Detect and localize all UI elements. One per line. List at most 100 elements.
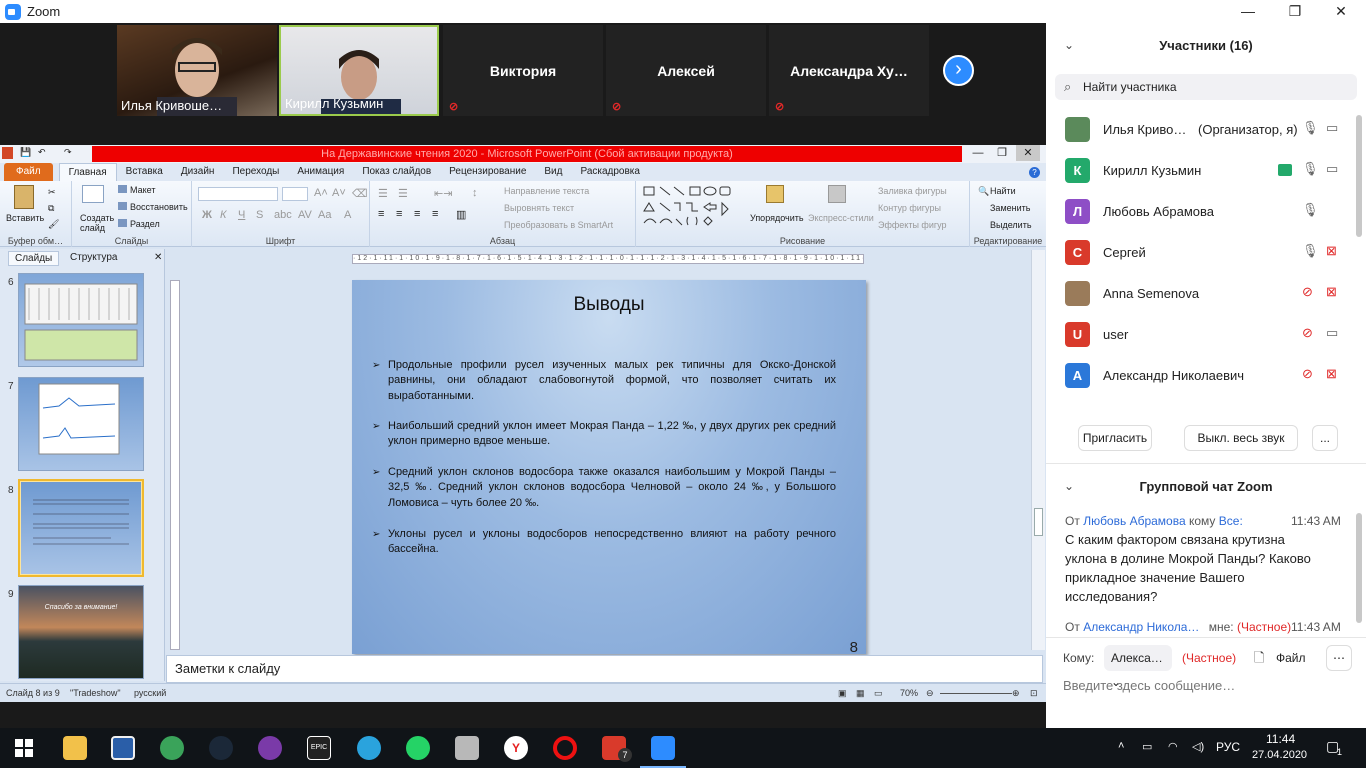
- select-button[interactable]: Выделить: [990, 220, 1032, 230]
- file-explorer-icon[interactable]: [63, 736, 87, 760]
- app-icon-green[interactable]: [160, 736, 184, 760]
- start-icon[interactable]: [15, 739, 33, 757]
- chat-input[interactable]: Введите здесь сообщение…: [1063, 678, 1235, 693]
- chat-scrollbar[interactable]: [1356, 513, 1362, 623]
- mic-muted-icon[interactable]: ⊘: [1302, 284, 1313, 300]
- clock-time[interactable]: 11:44: [1266, 732, 1295, 746]
- reading-view-icon[interactable]: ▭: [874, 684, 883, 702]
- camera-icon[interactable]: ▭: [1326, 325, 1338, 341]
- indent-icon[interactable]: ⇤⇥: [434, 187, 452, 200]
- next-page-button[interactable]: ›: [943, 55, 974, 86]
- sender-name[interactable]: Александр Никола…: [1083, 620, 1199, 634]
- camera-icon[interactable]: ▭: [1326, 161, 1338, 177]
- app-icon-gray[interactable]: [455, 736, 479, 760]
- sorter-view-icon[interactable]: ▦: [856, 684, 865, 702]
- file-icon[interactable]: 🗋: [1254, 649, 1264, 671]
- shape-effects-button[interactable]: Эффекты фигур: [878, 220, 947, 230]
- vertical-scrollbar[interactable]: [1031, 250, 1045, 650]
- zoom-taskbar-icon[interactable]: [651, 736, 675, 760]
- fit-slide-icon[interactable]: ⊡: [1030, 684, 1038, 702]
- tab-insert[interactable]: Вставка: [117, 163, 172, 181]
- tab-slideshow[interactable]: Показ слайдов: [353, 163, 440, 181]
- bullets-icon[interactable]: ☰: [378, 187, 388, 200]
- reset-button[interactable]: Восстановить: [130, 202, 188, 212]
- tab-slides[interactable]: Слайды: [8, 251, 60, 266]
- tab-view[interactable]: Вид: [535, 163, 571, 181]
- new-slide-button[interactable]: Создать слайд: [80, 213, 114, 233]
- cut-icon[interactable]: ✂: [48, 187, 56, 198]
- font-family-select[interactable]: [198, 187, 278, 201]
- participant-row[interactable]: Anna Semenova ⊘ ⊠: [1046, 274, 1356, 315]
- participant-row[interactable]: Илья Криво… (Организатор, я) 🎙 ▭: [1046, 110, 1356, 151]
- opera-icon[interactable]: [553, 736, 577, 760]
- tab-outline[interactable]: Структура: [64, 251, 123, 264]
- ppt-minimize-button[interactable]: —: [966, 145, 990, 161]
- justify-icon[interactable]: ≡: [432, 208, 438, 220]
- gog-icon[interactable]: [258, 736, 282, 760]
- mic-icon[interactable]: 🎙: [1302, 202, 1319, 218]
- columns-icon[interactable]: ▥: [456, 208, 466, 221]
- tab-transitions[interactable]: Переходы: [223, 163, 288, 181]
- shape-outline-button[interactable]: Контур фигуры: [878, 203, 941, 213]
- align-center-icon[interactable]: ≡: [396, 208, 402, 220]
- mic-icon[interactable]: 🎙: [1302, 120, 1319, 136]
- change-case-icon[interactable]: Aa: [318, 209, 331, 221]
- smartart-button[interactable]: Преобразовать в SmartArt: [504, 220, 613, 230]
- video-tile[interactable]: Александра Ху… ⊘: [769, 25, 929, 116]
- align-text-button[interactable]: Выровнять текст: [504, 203, 574, 213]
- participant-search-input[interactable]: ⌕ Найти участника: [1055, 74, 1357, 100]
- tab-design[interactable]: Дизайн: [172, 163, 224, 181]
- participant-row[interactable]: Л Любовь Абрамова 🎙: [1046, 192, 1356, 233]
- format-painter-icon[interactable]: 🖌: [48, 219, 59, 230]
- mic-muted-icon[interactable]: ⊘: [1302, 325, 1313, 341]
- paste-icon[interactable]: [14, 185, 34, 209]
- slide-thumbnail-6[interactable]: [18, 273, 144, 367]
- tab-animation[interactable]: Анимация: [288, 163, 353, 181]
- quick-styles-button[interactable]: Экспресс-стили: [808, 213, 874, 223]
- whatsapp-icon[interactable]: [406, 736, 430, 760]
- chat-more-button[interactable]: ⋯: [1326, 645, 1352, 671]
- zoom-slider[interactable]: [940, 693, 1012, 694]
- spacing-icon[interactable]: AV: [298, 209, 312, 221]
- numbering-icon[interactable]: ☰: [398, 187, 408, 200]
- font-color-icon[interactable]: A: [344, 209, 351, 221]
- volume-icon[interactable]: ◁): [1192, 740, 1204, 753]
- find-button[interactable]: Найти: [990, 186, 1016, 196]
- redo-icon[interactable]: ↷: [64, 147, 72, 158]
- steam-icon[interactable]: [209, 736, 233, 760]
- shape-fill-button[interactable]: Заливка фигуры: [878, 186, 947, 196]
- shapes-gallery[interactable]: [642, 185, 742, 233]
- participant-row[interactable]: К Кирилл Кузьмин 🎙 ▭: [1046, 151, 1356, 192]
- participant-row[interactable]: С Сергей 🎙 ⊠: [1046, 233, 1356, 274]
- yandex-icon[interactable]: Y: [504, 736, 528, 760]
- help-icon[interactable]: ?: [1029, 166, 1040, 178]
- mic-icon[interactable]: 🎙: [1302, 243, 1319, 259]
- file-button[interactable]: Файл: [1276, 651, 1306, 665]
- font-size-select[interactable]: [282, 187, 308, 201]
- save-icon[interactable]: 💾: [20, 147, 31, 158]
- participant-row[interactable]: А Александр Николаевич ⊘ ⊠: [1046, 356, 1356, 397]
- telegram-icon[interactable]: [357, 736, 381, 760]
- ppt-restore-button[interactable]: ❐: [990, 145, 1014, 161]
- maximize-button[interactable]: ❐: [1272, 0, 1318, 23]
- italic-icon[interactable]: К: [220, 209, 226, 221]
- paste-button[interactable]: Вставить: [6, 213, 44, 223]
- undo-icon[interactable]: ↶: [38, 147, 46, 158]
- wifi-icon[interactable]: ◠: [1168, 740, 1178, 753]
- epic-games-icon[interactable]: EPIC: [307, 736, 331, 760]
- camera-icon[interactable]: ▭: [1326, 120, 1338, 136]
- participant-row[interactable]: Uuser ⊘ ▭: [1046, 315, 1356, 356]
- align-left-icon[interactable]: ≡: [378, 208, 384, 220]
- video-tile[interactable]: Виктория ⊘: [443, 25, 603, 116]
- video-tile[interactable]: Илья Кривоше…: [117, 25, 277, 116]
- slide-thumbnail-8-selected[interactable]: [18, 479, 144, 577]
- quick-styles-icon[interactable]: [828, 185, 846, 203]
- replace-button[interactable]: Заменить: [990, 203, 1030, 213]
- copy-icon[interactable]: ⧉: [48, 203, 54, 214]
- clear-format-icon[interactable]: ⌫: [352, 187, 368, 200]
- participants-scrollbar[interactable]: [1356, 115, 1362, 237]
- layout-button[interactable]: Макет: [130, 185, 155, 195]
- battery-icon[interactable]: ▭: [1142, 740, 1152, 753]
- tab-storyboard[interactable]: Раскадровка: [571, 163, 648, 181]
- tab-home[interactable]: Главная: [58, 163, 117, 181]
